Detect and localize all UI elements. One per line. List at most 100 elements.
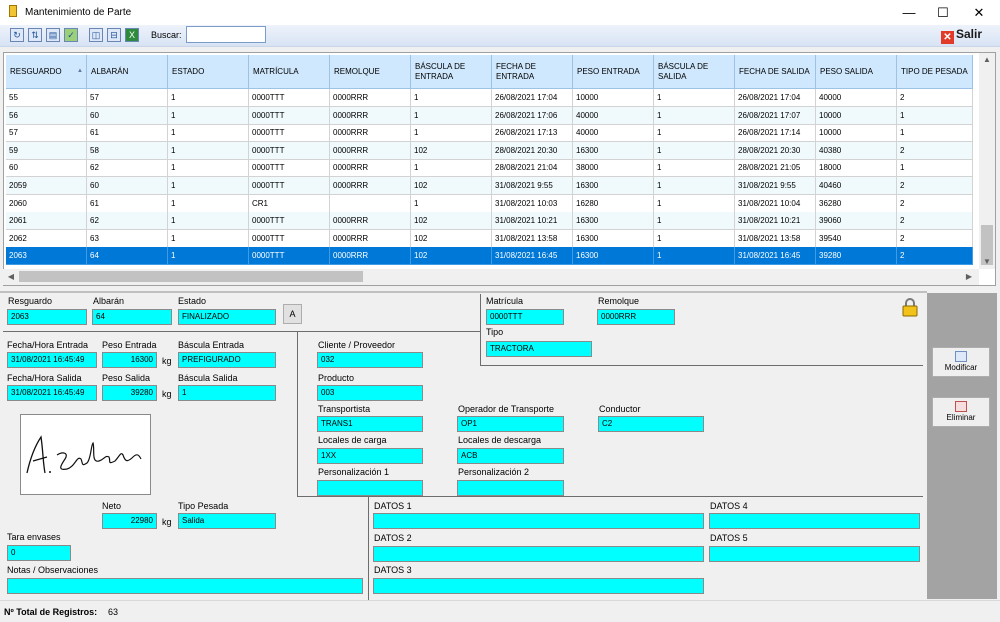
table-cell[interactable]: 2 xyxy=(897,212,973,231)
personalizacion1-field[interactable] xyxy=(317,480,423,496)
table-cell[interactable]: 61 xyxy=(87,124,168,143)
table-cell[interactable]: 40000 xyxy=(573,106,654,125)
a-button[interactable]: A xyxy=(283,304,302,324)
lock-icon[interactable] xyxy=(900,297,920,317)
tipo-field[interactable]: TRACTORA xyxy=(486,341,592,357)
eliminar-button[interactable]: Eliminar xyxy=(932,397,990,427)
table-row[interactable]: 59 58 1 0000TTT 0000RRR 102 28/08/2021 20:30 16… xyxy=(6,141,981,160)
bascula-salida-field[interactable]: 1 xyxy=(178,385,276,401)
table-cell[interactable]: 0000RRR xyxy=(330,229,411,248)
table-cell[interactable]: 1 xyxy=(168,89,249,107)
column-header[interactable]: RESGUARDO xyxy=(6,55,87,89)
table-cell[interactable]: 102 xyxy=(411,212,492,231)
table-cell[interactable]: 0000TTT xyxy=(249,141,330,160)
table-cell[interactable]: 0000RRR xyxy=(330,177,411,195)
table-cell[interactable]: 10000 xyxy=(816,124,897,143)
table-cell[interactable]: 102 xyxy=(411,247,492,266)
table-cell[interactable]: 31/08/2021 10:21 xyxy=(492,212,573,231)
table-cell[interactable]: 18000 xyxy=(816,159,897,178)
peso-entrada-field[interactable]: 16300 xyxy=(102,352,157,368)
table-cell[interactable]: 2060 xyxy=(6,194,87,213)
table-cell[interactable]: 0000RRR xyxy=(330,106,411,125)
table-cell[interactable]: 59 xyxy=(6,141,87,160)
table-cell[interactable]: 1 xyxy=(654,194,735,213)
table-cell[interactable]: 16280 xyxy=(573,194,654,213)
table-cell[interactable]: 2 xyxy=(897,247,973,266)
datos5-field[interactable] xyxy=(709,546,920,562)
locales-descarga-field[interactable]: ACB xyxy=(457,448,564,464)
table-cell[interactable]: 31/08/2021 9:55 xyxy=(735,177,816,195)
table-cell[interactable]: 0000TTT xyxy=(249,247,330,266)
table-cell[interactable]: 1 xyxy=(654,141,735,160)
table-cell[interactable]: 31/08/2021 13:58 xyxy=(735,229,816,248)
table-row[interactable]: 56 60 1 0000TTT 0000RRR 1 26/08/2021 17:06 4000… xyxy=(6,106,981,125)
table-cell[interactable]: 1 xyxy=(168,229,249,248)
table-cell[interactable]: 26/08/2021 17:14 xyxy=(735,124,816,143)
locales-carga-field[interactable]: 1XX xyxy=(317,448,423,464)
table-cell[interactable]: 1 xyxy=(168,141,249,160)
table-cell[interactable]: 1 xyxy=(168,247,249,266)
resguardo-field[interactable]: 2063 xyxy=(7,309,87,325)
table-cell[interactable]: 16300 xyxy=(573,229,654,248)
table-cell[interactable]: 31/08/2021 16:45 xyxy=(492,247,573,266)
tipo-pesada-field[interactable]: Salida xyxy=(178,513,276,529)
table-cell[interactable]: CR1 xyxy=(249,194,330,213)
tara-field[interactable]: 0 xyxy=(7,545,71,561)
table-cell[interactable]: 1 xyxy=(411,159,492,178)
excel-icon[interactable]: X xyxy=(125,28,139,42)
column-header[interactable]: BÁSCULA DE ENTRADA xyxy=(411,55,492,89)
table-cell[interactable]: 16300 xyxy=(573,212,654,231)
personalizacion2-field[interactable] xyxy=(457,480,564,496)
table-cell[interactable]: 40000 xyxy=(816,89,897,107)
table-cell[interactable]: 2 xyxy=(897,141,973,160)
table-cell[interactable]: 2059 xyxy=(6,177,87,195)
datos1-field[interactable] xyxy=(373,513,704,529)
table-cell[interactable]: 0000RRR xyxy=(330,89,411,107)
horizontal-scrollbar[interactable]: ◀ ▶ xyxy=(3,269,979,285)
table-cell[interactable]: 1 xyxy=(654,89,735,107)
table-cell[interactable]: 10000 xyxy=(816,106,897,125)
filter-icon[interactable]: ✓ xyxy=(64,28,78,42)
table-row[interactable]: 55 57 1 0000TTT 0000RRR 1 26/08/2021 17:04 1000… xyxy=(6,89,981,107)
table-cell[interactable]: 2061 xyxy=(6,212,87,231)
table-cell[interactable]: 61 xyxy=(87,194,168,213)
column-header[interactable]: BÁSCULA DE SALIDA xyxy=(654,55,735,89)
transportista-field[interactable]: TRANS1 xyxy=(317,416,423,432)
table-cell[interactable]: 28/08/2021 20:30 xyxy=(492,141,573,160)
table-cell[interactable]: 1 xyxy=(411,194,492,213)
table-cell[interactable]: 57 xyxy=(87,89,168,107)
column-header[interactable]: ALBARÁN xyxy=(87,55,168,89)
table-cell[interactable]: 57 xyxy=(6,124,87,143)
fecha-salida-field[interactable]: 31/08/2021 16:45:49 xyxy=(7,385,97,401)
exit-button[interactable]: ✕ Salir xyxy=(941,27,982,44)
table-cell[interactable]: 39540 xyxy=(816,229,897,248)
datos4-field[interactable] xyxy=(709,513,920,529)
scroll-up-icon[interactable]: ▲ xyxy=(979,55,995,64)
table-cell[interactable]: 2 xyxy=(897,177,973,195)
table-cell[interactable]: 0000TTT xyxy=(249,89,330,107)
table-cell[interactable]: 63 xyxy=(87,229,168,248)
table-cell[interactable]: 31/08/2021 10:21 xyxy=(735,212,816,231)
table-cell[interactable]: 62 xyxy=(87,212,168,231)
table-cell[interactable]: 1 xyxy=(654,229,735,248)
matricula-field[interactable]: 0000TTT xyxy=(486,309,564,325)
table-row[interactable]: 2062 63 1 0000TTT 0000RRR 102 31/08/2021 13:58… xyxy=(6,229,981,248)
table-cell[interactable]: 1 xyxy=(654,159,735,178)
table-cell[interactable]: 56 xyxy=(6,106,87,125)
refresh-icon[interactable]: ↻ xyxy=(10,28,24,42)
vertical-scrollbar[interactable]: ▲ ▼ xyxy=(979,53,995,269)
bascula-entrada-field[interactable]: PREFIGURADO xyxy=(178,352,276,368)
conductor-field[interactable]: C2 xyxy=(598,416,704,432)
table-cell[interactable]: 40460 xyxy=(816,177,897,195)
table-cell[interactable]: 0000TTT xyxy=(249,159,330,178)
sort-icon[interactable]: ⇅ xyxy=(28,28,42,42)
column-header[interactable]: REMOLQUE xyxy=(330,55,411,89)
table-row[interactable]: 57 61 1 0000TTT 0000RRR 1 26/08/2021 17:13 4000… xyxy=(6,124,981,143)
table-cell[interactable]: 0000RRR xyxy=(330,159,411,178)
close-button[interactable]: ✕ xyxy=(958,0,1000,25)
column-header[interactable]: ESTADO xyxy=(168,55,249,89)
datos2-field[interactable] xyxy=(373,546,704,562)
remolque-field[interactable]: 0000RRR xyxy=(597,309,675,325)
table-cell[interactable]: 2 xyxy=(897,194,973,213)
fecha-entrada-field[interactable]: 31/08/2021 16:45:49 xyxy=(7,352,97,368)
